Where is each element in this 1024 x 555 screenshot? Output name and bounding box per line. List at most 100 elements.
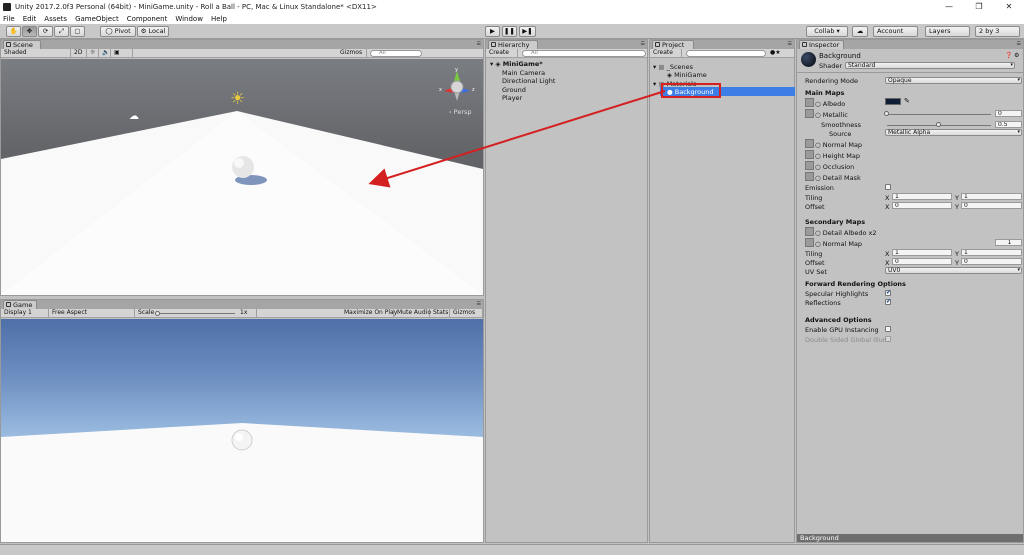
local-toggle[interactable]: ⚙ Local	[137, 26, 169, 37]
offset-x-field[interactable]: 0	[892, 202, 952, 209]
specular-checkbox[interactable]	[885, 289, 891, 296]
mute-audio-toggle[interactable]: Mute Audio	[394, 309, 431, 317]
step-button[interactable]: ▶❚	[519, 26, 536, 37]
menu-edit[interactable]: Edit	[23, 15, 37, 23]
maximize-button[interactable]: ❐	[964, 0, 994, 13]
menu-help[interactable]: Help	[211, 15, 227, 23]
tab-inspector[interactable]: Inspector	[799, 40, 844, 49]
picker-dot-icon[interactable]: ○	[815, 141, 821, 149]
scale-slider-knob[interactable]	[155, 311, 160, 316]
picker-dot-icon[interactable]: ○	[815, 163, 821, 171]
hierarchy-scene-item[interactable]: ▾ ◈ MiniGame*	[490, 60, 543, 68]
picker-dot-icon[interactable]: ○	[815, 229, 821, 237]
shader-dropdown[interactable]: Standard	[845, 62, 1015, 69]
maximize-on-play-toggle[interactable]: Maximize On Play	[341, 309, 397, 317]
normal-map-slot[interactable]	[805, 139, 814, 148]
normal-map2-value-field[interactable]: 1	[995, 239, 1022, 246]
source-dropdown[interactable]: Metallic Alpha	[885, 129, 1022, 136]
metallic-value-field[interactable]: 0	[995, 110, 1022, 117]
pivot-toggle[interactable]: ◯ Pivot	[100, 26, 136, 37]
offset2-y-field[interactable]: 0	[961, 258, 1022, 265]
panel-menu-icon[interactable]: ☰	[788, 41, 792, 47]
2d-toggle[interactable]: 2D	[71, 49, 87, 57]
tiling-y-field[interactable]: 1	[961, 193, 1022, 200]
hierarchy-item-player[interactable]: Player	[502, 94, 522, 102]
minimize-button[interactable]: —	[934, 0, 964, 13]
picker-dot-icon[interactable]: ○	[815, 152, 821, 160]
menu-component[interactable]: Component	[127, 15, 168, 23]
collab-dropdown[interactable]: Collab ▾	[806, 26, 848, 37]
layout-dropdown[interactable]: 2 by 3	[975, 26, 1020, 37]
tab-scene[interactable]: Scene	[3, 40, 41, 49]
gpu-instancing-checkbox[interactable]	[885, 326, 891, 332]
play-button[interactable]: ▶	[485, 26, 500, 37]
pause-button[interactable]: ❚❚	[502, 26, 517, 37]
hierarchy-item-ground[interactable]: Ground	[502, 86, 526, 94]
project-folder-scenes[interactable]: ▾ ■ _Scenes	[653, 63, 693, 71]
filter-icon[interactable]: ●★	[770, 49, 781, 56]
menu-window[interactable]: Window	[175, 15, 203, 23]
audio-toggle[interactable]: 🔈	[99, 49, 111, 57]
reflections-checkbox[interactable]	[885, 298, 891, 305]
hierarchy-item-directional-light[interactable]: Directional Light	[502, 77, 555, 85]
hand-tool-button[interactable]: ✋	[6, 26, 21, 37]
offset2-x-field[interactable]: 0	[892, 258, 952, 265]
preview-bar[interactable]: Background	[797, 534, 1023, 542]
tab-hierarchy[interactable]: Hierarchy	[488, 40, 538, 49]
display-dropdown[interactable]: Display 1	[1, 309, 49, 317]
effects-dropdown[interactable]: ▣	[111, 49, 133, 57]
project-search-input[interactable]	[686, 50, 766, 57]
picker-dot-icon[interactable]: ○	[815, 111, 821, 119]
shading-dropdown[interactable]: Shaded	[1, 49, 71, 57]
picker-dot-icon[interactable]: ○	[815, 240, 821, 248]
close-button[interactable]: ✕	[994, 0, 1024, 13]
eyedropper-icon[interactable]: ✎	[904, 97, 910, 105]
panel-menu-icon[interactable]: ☰	[477, 301, 481, 307]
help-icon[interactable]: ❓	[1005, 52, 1012, 59]
tab-project[interactable]: Project	[652, 40, 694, 49]
panel-menu-icon[interactable]: ☰	[477, 41, 481, 47]
panel-menu-icon[interactable]: ☰	[1017, 41, 1021, 47]
project-create-button[interactable]: Create	[650, 49, 682, 57]
move-tool-button[interactable]: ✥	[22, 26, 37, 37]
scene-gizmos-dropdown[interactable]: Gizmos	[337, 49, 367, 57]
tiling2-y-field[interactable]: 1	[961, 249, 1022, 256]
detail-mask-slot[interactable]	[805, 172, 814, 181]
height-map-slot[interactable]	[805, 150, 814, 159]
uv-set-dropdown[interactable]: UV0	[885, 267, 1022, 274]
stats-toggle[interactable]: Stats	[430, 309, 450, 317]
project-item-minigame[interactable]: ◈ MiniGame	[667, 71, 707, 79]
smoothness-slider-knob[interactable]	[936, 122, 941, 127]
cloud-button[interactable]: ☁	[852, 26, 868, 37]
game-gizmos-dropdown[interactable]: Gizmos	[450, 309, 483, 317]
persp-label[interactable]: ‹ Persp	[449, 108, 472, 116]
rotate-tool-button[interactable]: ⟳	[38, 26, 53, 37]
picker-dot-icon[interactable]: ○	[815, 100, 821, 108]
occlusion-slot[interactable]	[805, 161, 814, 170]
picker-dot-icon[interactable]: ○	[815, 174, 821, 182]
hierarchy-create-button[interactable]: Create	[486, 49, 518, 57]
detail-albedo-slot[interactable]	[805, 227, 814, 236]
layers-dropdown[interactable]: Layers	[925, 26, 970, 37]
orientation-gizmo[interactable]: y x z	[439, 67, 477, 107]
offset-y-field[interactable]: 0	[961, 202, 1022, 209]
menu-file[interactable]: File	[3, 15, 15, 23]
scale-slider[interactable]	[155, 313, 235, 314]
tiling-x-field[interactable]: 1	[892, 193, 952, 200]
normal-map2-slot[interactable]	[805, 238, 814, 247]
rect-tool-button[interactable]: ▢	[70, 26, 85, 37]
account-dropdown[interactable]: Account	[873, 26, 918, 37]
directional-light-icon[interactable]: ☀	[230, 91, 246, 108]
scene-viewport[interactable]: ☀ ☁ y x z ‹ Persp	[1, 59, 483, 295]
camera-icon[interactable]: ☁	[129, 111, 143, 122]
smoothness-value-field[interactable]: 0.5	[995, 121, 1022, 128]
albedo-texture-slot[interactable]	[805, 98, 814, 107]
menu-assets[interactable]: Assets	[44, 15, 67, 23]
metallic-slider-knob[interactable]	[884, 111, 889, 116]
scene-search-input[interactable]: All	[370, 50, 422, 57]
albedo-color-swatch[interactable]	[885, 98, 901, 105]
emission-checkbox[interactable]	[885, 184, 891, 190]
lighting-toggle[interactable]: ☼	[87, 49, 99, 57]
aspect-dropdown[interactable]: Free Aspect	[49, 309, 135, 317]
tiling2-x-field[interactable]: 1	[892, 249, 952, 256]
